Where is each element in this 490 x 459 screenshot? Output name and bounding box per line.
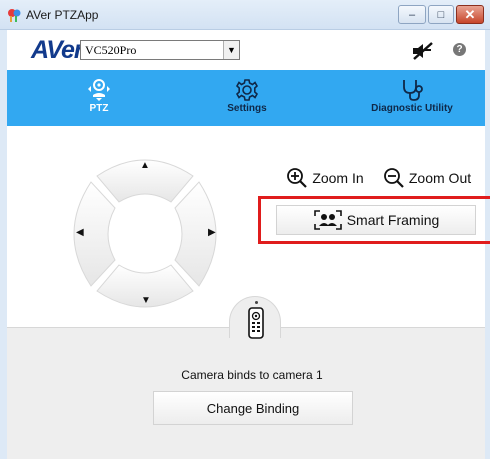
tab-diagnostic-label: Diagnostic Utility — [371, 103, 453, 114]
minimize-icon: – — [408, 8, 416, 21]
maximize-button[interactable]: □ — [428, 5, 454, 24]
zoom-out-button[interactable]: Zoom Out — [377, 162, 477, 194]
up-arrow-icon: ▲ — [140, 160, 150, 171]
close-icon: ✕ — [464, 6, 476, 22]
app-body: AVer VC520Pro ▼ ? PTZ Settings Diagnosti… — [7, 30, 490, 459]
aver-logo: AVer — [31, 36, 84, 64]
remote-control-icon — [248, 307, 264, 339]
left-arrow-icon: ◀ — [76, 227, 84, 238]
zoom-out-icon — [383, 168, 404, 188]
down-arrow-icon: ▼ — [141, 295, 151, 306]
zoom-in-icon — [287, 168, 308, 188]
nav-bar: PTZ Settings Diagnostic Utility — [7, 70, 485, 126]
change-binding-label: Change Binding — [206, 400, 300, 416]
title-bar[interactable]: AVer PTZApp – □ ✕ — [0, 0, 490, 30]
ptz-camera-icon — [88, 79, 110, 101]
tab-ptz[interactable]: PTZ — [67, 70, 131, 126]
change-binding-button[interactable]: Change Binding — [153, 391, 353, 425]
app-window: AVer PTZApp – □ ✕ AVer VC520Pro ▼ ? PTZ … — [0, 0, 490, 459]
header: AVer VC520Pro ▼ ? — [7, 30, 485, 70]
zoom-out-label: Zoom Out — [408, 170, 472, 186]
smart-framing-label: Smart Framing — [346, 212, 440, 228]
maximize-icon: □ — [437, 8, 445, 21]
tab-ptz-label: PTZ — [89, 103, 109, 114]
tab-diagnostic-utility[interactable]: Diagnostic Utility — [367, 70, 457, 126]
binding-status-text: Camera binds to camera 1 — [181, 368, 323, 382]
binding-status: Camera binds to camera 1 — [7, 368, 485, 382]
smart-framing-icon — [313, 210, 342, 230]
zoom-in-label: Zoom In — [312, 170, 364, 186]
smart-framing-button[interactable]: Smart Framing — [276, 205, 476, 235]
camera-select-value: VC520Pro — [85, 43, 137, 57]
mute-mic-icon[interactable] — [411, 42, 433, 60]
minimize-button[interactable]: – — [398, 5, 426, 24]
chevron-down-icon[interactable]: ▼ — [223, 41, 239, 59]
right-arrow-icon: ▶ — [208, 227, 216, 238]
tab-settings-label: Settings — [227, 103, 267, 114]
zoom-in-button[interactable]: Zoom In — [275, 162, 375, 194]
app-icon — [8, 9, 21, 22]
gear-icon — [235, 79, 259, 101]
window-title: AVer PTZApp — [26, 8, 99, 22]
remote-toggle-dot — [255, 301, 258, 304]
tab-settings[interactable]: Settings — [207, 70, 287, 126]
help-icon[interactable]: ? — [453, 43, 466, 56]
camera-select[interactable]: VC520Pro ▼ — [80, 40, 240, 60]
close-button[interactable]: ✕ — [456, 5, 484, 24]
stethoscope-icon — [403, 80, 423, 101]
direction-pad: ▲ ▼ ◀ ▶ — [57, 146, 237, 321]
